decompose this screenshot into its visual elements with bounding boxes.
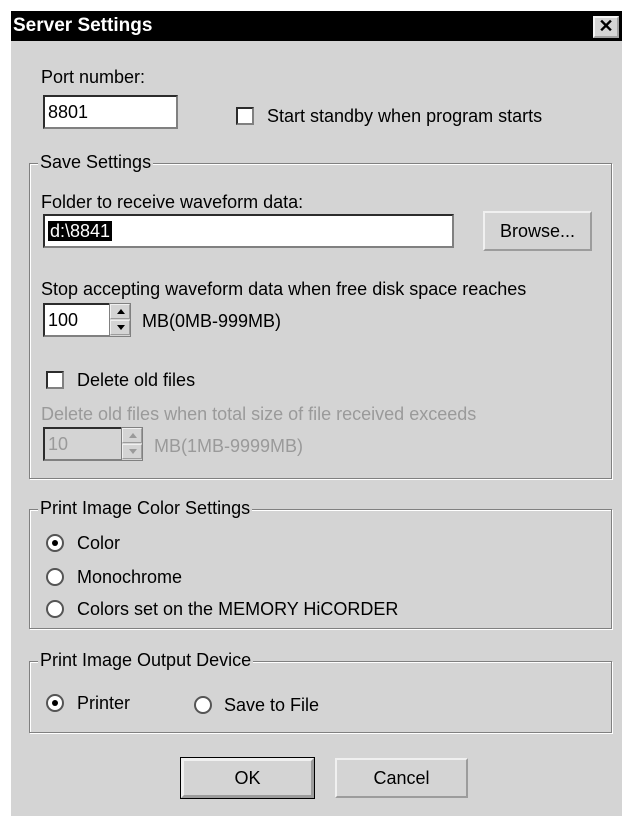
print-color-legend: Print Image Color Settings: [38, 498, 253, 519]
arrow-up-icon: [129, 433, 137, 438]
delete-old-files-label: Delete old files: [77, 370, 196, 390]
close-button[interactable]: ✕: [593, 16, 619, 38]
delete-exceed-input[interactable]: 10: [43, 427, 123, 461]
delete-exceed-value: 10: [48, 434, 69, 454]
spin-up-button[interactable]: [122, 428, 142, 443]
radio-save-to-file-label: Save to File: [224, 695, 320, 715]
spin-down-button[interactable]: [122, 444, 142, 459]
port-number-input[interactable]: 8801: [43, 95, 178, 129]
radio-selected-dot: [52, 700, 58, 706]
cancel-label: Cancel: [373, 768, 430, 788]
folder-value: d:\8841: [48, 221, 113, 241]
print-output-legend: Print Image Output Device: [38, 650, 254, 671]
radio-color-label: Color: [77, 533, 121, 553]
radio-save-to-file[interactable]: [194, 696, 212, 714]
spin-down-button[interactable]: [110, 320, 130, 335]
radio-memory-hicorder[interactable]: [46, 600, 64, 618]
start-standby-label: Start standby when program starts: [267, 106, 543, 126]
stop-accepting-unit: MB(0MB-999MB): [142, 311, 282, 331]
browse-label: Browse...: [499, 221, 576, 241]
radio-monochrome[interactable]: [46, 568, 64, 586]
port-number-label: Port number:: [41, 67, 146, 87]
delete-old-files-checkbox[interactable]: [46, 371, 64, 389]
spin-up-button[interactable]: [110, 304, 130, 319]
ok-button[interactable]: OK: [180, 757, 315, 799]
close-icon: ✕: [598, 16, 614, 36]
delete-exceed-spinner[interactable]: [121, 427, 143, 461]
arrow-up-icon: [117, 309, 125, 314]
ok-label: OK: [234, 768, 261, 788]
radio-selected-dot: [52, 540, 58, 546]
delete-exceed-unit: MB(1MB-9999MB): [154, 436, 304, 456]
folder-input[interactable]: d:\8841: [43, 214, 454, 248]
delete-exceed-label: Delete old files when total size of file…: [41, 404, 477, 424]
radio-memory-hicorder-label: Colors set on the MEMORY HiCORDER: [77, 599, 399, 619]
radio-color[interactable]: [46, 534, 64, 552]
save-settings-legend: Save Settings: [38, 152, 154, 173]
cancel-button[interactable]: Cancel: [335, 758, 468, 798]
stop-accepting-spinner[interactable]: [109, 303, 131, 337]
arrow-down-icon: [117, 325, 125, 330]
title-bar[interactable]: Server Settings ✕: [11, 11, 622, 41]
start-standby-checkbox[interactable]: [236, 107, 254, 125]
port-number-value: 8801: [48, 102, 89, 122]
browse-button[interactable]: Browse...: [483, 211, 592, 251]
radio-monochrome-label: Monochrome: [77, 567, 183, 587]
folder-label: Folder to receive waveform data:: [41, 192, 304, 212]
stop-accepting-label: Stop accepting waveform data when free d…: [41, 279, 527, 299]
arrow-down-icon: [129, 449, 137, 454]
stop-accepting-value: 100: [48, 310, 79, 330]
stop-accepting-input[interactable]: 100: [43, 303, 111, 337]
dialog-title: Server Settings: [13, 15, 153, 36]
radio-printer-label: Printer: [77, 693, 131, 713]
server-settings-dialog: Server Settings ✕ Port number: 8801 Star…: [10, 10, 622, 816]
radio-printer[interactable]: [46, 694, 64, 712]
